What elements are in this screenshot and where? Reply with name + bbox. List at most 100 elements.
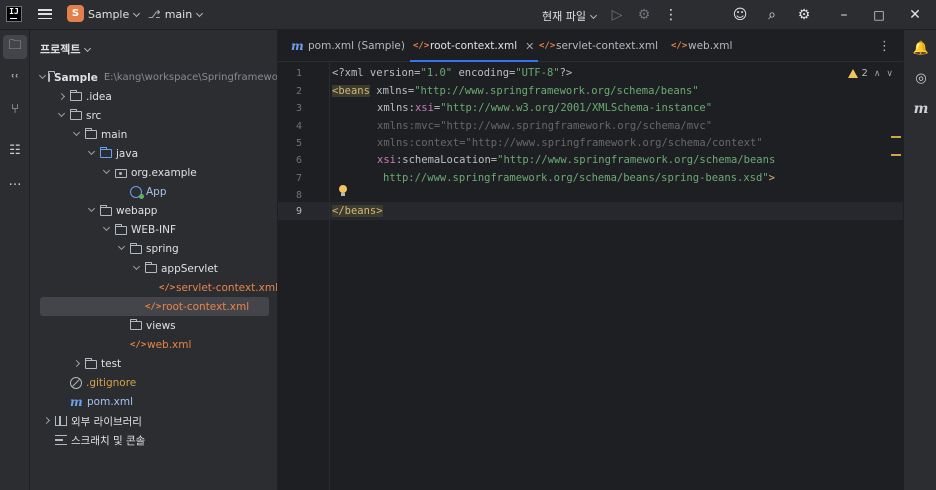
xml-icon: </>: [158, 282, 176, 293]
folder-icon: [130, 319, 142, 331]
chevron-right-icon[interactable]: [40, 416, 52, 426]
tree-item[interactable]: views: [30, 316, 277, 335]
more-tabs-icon[interactable]: ⋮: [878, 39, 891, 54]
inspection-widget[interactable]: 2 ∧ ∨: [848, 68, 893, 79]
tree-item[interactable]: m pom.xml: [30, 393, 277, 412]
maximize-icon[interactable]: □: [869, 5, 889, 25]
tree-item[interactable]: </> servlet-context.xml: [30, 278, 277, 297]
chevron-down-icon[interactable]: [85, 149, 97, 159]
tab-pom-xml[interactable]: m pom.xml (Sample): [288, 30, 405, 62]
code-line-3[interactable]: xmlns:xsi="http://www.w3.org/2001/XMLSch…: [377, 99, 712, 117]
tab-root-context-xml[interactable]: </> root-context.xml ✕: [410, 30, 539, 62]
line-number: 7: [295, 173, 302, 184]
code-line-2[interactable]: <beans xmlns="http://www.springframework…: [332, 82, 699, 100]
project-folder-icon[interactable]: 🗀: [3, 35, 27, 59]
tree-item[interactable]: 스크래치 및 콘솔: [30, 431, 277, 450]
xml-icon: </>: [671, 41, 688, 51]
project-badge[interactable]: S: [67, 5, 84, 22]
tree-item[interactable]: src: [30, 106, 277, 125]
ai-assistant-icon[interactable]: ◎: [909, 66, 933, 90]
code-line-7[interactable]: http://www.springframework.org/schema/be…: [383, 169, 775, 187]
lightbulb-icon[interactable]: [338, 185, 348, 197]
search-icon[interactable]: ⌕: [762, 5, 782, 25]
tree-item[interactable]: webapp: [30, 202, 277, 221]
warning-stripe-mark[interactable]: [891, 136, 901, 138]
tab-label: web.xml: [688, 40, 733, 52]
main-menu-icon[interactable]: [38, 7, 52, 21]
tab-servlet-context-xml[interactable]: </> servlet-context.xml: [536, 30, 658, 62]
add-user-icon[interactable]: ☺: [730, 5, 750, 25]
tree-item[interactable]: .idea: [30, 87, 277, 106]
tree-item[interactable]: appServlet: [30, 259, 277, 278]
run-config-selector[interactable]: 현재 파일: [542, 8, 598, 24]
close-icon[interactable]: ✕: [905, 5, 925, 25]
tree-item[interactable]: 외부 라이브러리: [30, 412, 277, 431]
code-line-9[interactable]: </beans>: [332, 202, 383, 220]
folder-icon: [130, 242, 142, 254]
minimize-icon[interactable]: –: [834, 5, 854, 25]
tree-item[interactable]: org.example: [30, 164, 277, 183]
chevron-down-icon[interactable]: [40, 73, 45, 83]
code-token: "http://www.springframework.org/schema/b…: [414, 85, 699, 97]
run-config-label: 현재 파일: [542, 10, 586, 23]
more-actions-icon[interactable]: ⋮: [661, 5, 681, 25]
tree-item[interactable]: main: [30, 125, 277, 144]
tree-item[interactable]: WEB-INF: [30, 221, 277, 240]
tree-item[interactable]: test: [30, 355, 277, 374]
tree-item-path: E:\kang\workspace\Springframework: [103, 72, 278, 83]
tree-item[interactable]: Sample E:\kang\workspace\Springframework: [30, 68, 278, 87]
chevron-down-icon[interactable]: [130, 264, 142, 274]
project-panel-title[interactable]: 프로젝트: [40, 41, 92, 57]
code-line-6[interactable]: xsi:schemaLocation="http://www.springfra…: [377, 151, 775, 169]
code-token: xmlns=: [369, 85, 415, 97]
chevron-down-icon[interactable]: [85, 206, 97, 216]
warning-stripe-mark[interactable]: [891, 154, 901, 156]
structure-icon[interactable]: ☷: [3, 138, 27, 162]
chevron-down-icon[interactable]: [70, 130, 82, 140]
code-line-1[interactable]: <?xml version="1.0" encoding="UTF-8"?>: [332, 64, 572, 82]
tab-web-xml[interactable]: </> web.xml: [668, 30, 732, 62]
branch-switcher[interactable]: ⎇ main: [148, 8, 204, 21]
chevron-down-icon[interactable]: ∨: [886, 69, 893, 79]
tree-item-label: root-context.xml: [162, 300, 250, 313]
tab-label: root-context.xml: [430, 40, 518, 52]
pull-requests-icon[interactable]: ⑂: [3, 97, 27, 121]
tree-item[interactable]: java: [30, 144, 277, 163]
folder-icon: [70, 90, 82, 102]
close-icon[interactable]: ✕: [525, 40, 534, 53]
run-icon[interactable]: ▷: [607, 5, 627, 25]
folder-icon: [85, 357, 97, 369]
tree-item[interactable]: </> web.xml: [30, 335, 277, 354]
commit-icon[interactable]: ˓˓: [3, 65, 27, 89]
intellij-logo-icon[interactable]: IJ: [6, 6, 22, 22]
code-token: </beans>: [332, 205, 383, 217]
code-token: xsi: [377, 154, 396, 166]
code-line-5[interactable]: xmlns:context="http://www.springframewor…: [377, 134, 763, 152]
settings-gear-icon[interactable]: ⚙: [794, 5, 814, 25]
maven-icon[interactable]: m: [909, 97, 933, 121]
tree-item[interactable]: .gitignore: [30, 374, 277, 393]
code-token: http://www.springframework.org/schema/be…: [383, 172, 769, 184]
line-number: 3: [295, 103, 302, 114]
notifications-bell-icon[interactable]: 🔔: [909, 36, 933, 60]
debug-icon[interactable]: ⚙: [634, 5, 654, 25]
chevron-down-icon[interactable]: [100, 225, 112, 235]
tab-label: servlet-context.xml: [556, 40, 659, 52]
chevron-down-icon[interactable]: [55, 111, 67, 121]
code-token: xmlns:mvc=: [377, 120, 441, 132]
tree-item-label: Sample: [54, 71, 98, 84]
code-line-4[interactable]: xmlns:mvc="http://www.springframework.or…: [377, 117, 712, 135]
code-token: "1.0": [420, 67, 453, 79]
code-token: "http://www.w3.org/2001/XMLSchema-instan…: [440, 102, 713, 114]
chevron-down-icon[interactable]: [115, 244, 127, 254]
chevron-right-icon[interactable]: [70, 359, 82, 369]
chevron-down-icon[interactable]: [100, 168, 112, 178]
title-bar: IJ S Sample ⎇ main 현재 파일 ▷ ⚙ ⋮ ☺ ⌕ ⚙ – □ …: [0, 0, 936, 30]
tree-item[interactable]: </> root-context.xml: [40, 297, 269, 317]
tree-item[interactable]: spring: [30, 240, 277, 259]
tree-item[interactable]: App: [30, 183, 277, 202]
project-switcher[interactable]: Sample: [88, 8, 141, 21]
chevron-up-icon[interactable]: ∧: [874, 69, 881, 79]
more-tools-icon[interactable]: …: [3, 169, 27, 193]
chevron-right-icon[interactable]: [55, 92, 67, 102]
